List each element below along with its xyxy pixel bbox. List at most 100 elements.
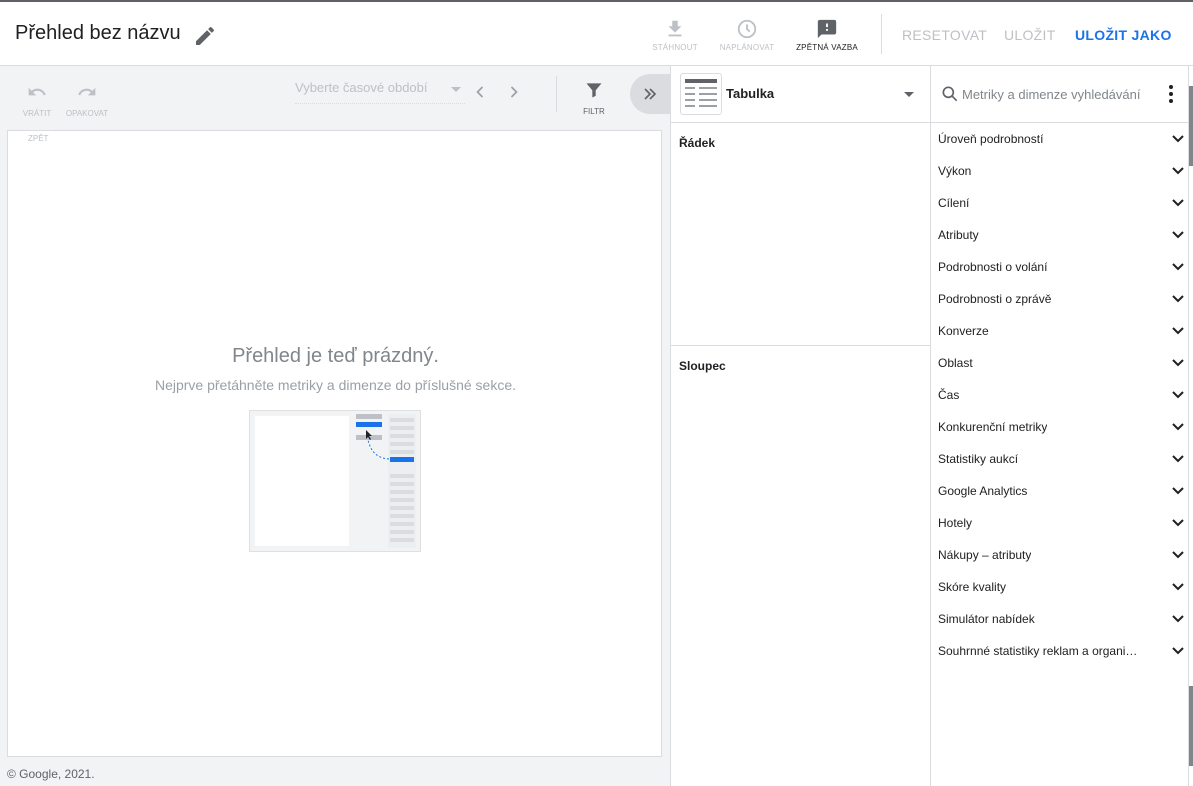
- metrics-category-label: Google Analytics: [938, 484, 1028, 498]
- columns-label: Sloupec: [679, 359, 726, 373]
- chevron-down-icon: [1172, 359, 1184, 367]
- caret-down-icon: [451, 87, 461, 92]
- reset-button[interactable]: RESETOVAT: [902, 27, 987, 43]
- double-chevron-right-icon: [644, 88, 657, 100]
- caret-down-icon: [904, 92, 914, 97]
- redo-label: OPAKOVAT: [65, 109, 109, 118]
- chevron-down-icon: [1172, 327, 1184, 335]
- chevron-down-icon: [1172, 263, 1184, 271]
- metrics-category-label: Simulátor nabídek: [938, 612, 1035, 626]
- chevron-left-icon[interactable]: [470, 82, 490, 102]
- metrics-category-label: Podrobnosti o zprávě: [938, 292, 1052, 306]
- chevron-down-icon: [1172, 615, 1184, 623]
- redo-icon: [78, 87, 96, 96]
- download-label: STÁHNOUT: [652, 43, 698, 52]
- rows-drop-zone[interactable]: Řádek: [671, 123, 930, 346]
- metrics-category-item[interactable]: Statistiky aukcí: [931, 443, 1189, 475]
- visualization-select[interactable]: Tabulka: [671, 66, 930, 123]
- drag-drop-illustration: [249, 410, 421, 552]
- save-button[interactable]: ULOŽIT: [1004, 27, 1056, 43]
- collapse-panel-button[interactable]: [630, 74, 670, 114]
- rows-label: Řádek: [679, 136, 716, 150]
- metrics-category-label: Statistiky aukcí: [938, 452, 1019, 466]
- table-icon: [680, 73, 722, 115]
- chevron-down-icon: [1172, 199, 1184, 207]
- metrics-category-label: Hotely: [938, 516, 973, 530]
- metrics-category-label: Konkurenční metriky: [938, 420, 1048, 434]
- chevron-down-icon: [1172, 647, 1184, 655]
- metrics-search: [931, 66, 1189, 123]
- schedule-icon: [737, 19, 757, 39]
- metrics-category-item[interactable]: Skóre kvality: [931, 571, 1189, 603]
- metrics-category-item[interactable]: Atributy: [931, 219, 1189, 251]
- chevron-down-icon: [1172, 135, 1184, 143]
- metrics-category-item[interactable]: Simulátor nabídek: [931, 603, 1189, 635]
- metrics-category-item[interactable]: Podrobnosti o zprávě: [931, 283, 1189, 315]
- pencil-icon[interactable]: [193, 24, 217, 48]
- metrics-category-item[interactable]: Výkon: [931, 155, 1189, 187]
- metrics-category-item[interactable]: Úroveň podrobností: [931, 123, 1189, 155]
- metrics-category-item[interactable]: Podrobnosti o volání: [931, 251, 1189, 283]
- download-button[interactable]: STÁHNOUT: [640, 18, 710, 52]
- metrics-panel: Úroveň podrobností Výkon Cílení Atributy Pod…: [931, 66, 1189, 786]
- metrics-category-item[interactable]: Hotely: [931, 507, 1189, 539]
- date-range-placeholder: Vyberte časové období: [295, 80, 428, 95]
- save-as-button[interactable]: ULOŽIT JAKO: [1075, 27, 1172, 43]
- metrics-category-item[interactable]: Konverze: [931, 315, 1189, 347]
- schedule-button[interactable]: NAPLÁNOVAT: [712, 18, 782, 52]
- metrics-category-label: Výkon: [938, 164, 972, 178]
- app-header: Přehled bez názvu STÁHNOUT NAPLÁNOVAT ZP…: [0, 0, 1193, 66]
- metrics-search-input[interactable]: [962, 83, 1162, 105]
- filter-icon: [586, 83, 602, 98]
- metrics-category-label: Cílení: [938, 196, 970, 210]
- chevron-right-icon[interactable]: [504, 82, 524, 102]
- filter-label: FILTR: [583, 107, 605, 116]
- metrics-category-label: Atributy: [938, 228, 979, 242]
- metrics-category-label: Konverze: [938, 324, 989, 338]
- chevron-down-icon: [1172, 423, 1184, 431]
- search-icon: [942, 86, 958, 102]
- metrics-category-list: Úroveň podrobností Výkon Cílení Atributy Pod…: [931, 123, 1189, 667]
- scrollbar-thumb[interactable]: [1189, 686, 1193, 766]
- metrics-category-item[interactable]: Čas: [931, 379, 1189, 411]
- metrics-category-item[interactable]: Nákupy – atributy: [931, 539, 1189, 571]
- metrics-category-label: Souhrnné statistiky reklam a organi…: [938, 644, 1138, 658]
- feedback-icon: [817, 19, 837, 39]
- chevron-down-icon: [1172, 167, 1184, 175]
- more-vert-icon[interactable]: [1161, 83, 1181, 105]
- metrics-category-item[interactable]: Google Analytics: [931, 475, 1189, 507]
- visualization-label: Tabulka: [726, 86, 775, 101]
- metrics-category-item[interactable]: Souhrnné statistiky reklam a organi…: [931, 635, 1189, 667]
- metrics-category-item[interactable]: Konkurenční metriky: [931, 411, 1189, 443]
- toolbar-divider: [556, 76, 557, 112]
- back-label[interactable]: ZPĚT: [28, 134, 48, 143]
- feedback-label: ZPĚTNÁ VAZBA: [796, 43, 858, 52]
- redo-button[interactable]: OPAKOVAT: [62, 82, 112, 118]
- copyright-footer: © Google, 2021.: [7, 767, 95, 781]
- schedule-label: NAPLÁNOVAT: [719, 43, 775, 52]
- chevron-down-icon: [1172, 487, 1184, 495]
- metrics-category-label: Skóre kvality: [938, 580, 1007, 594]
- undo-icon: [28, 87, 46, 96]
- chevron-down-icon: [1172, 551, 1184, 559]
- chevron-down-icon: [1172, 391, 1184, 399]
- metrics-category-label: Podrobnosti o volání: [938, 260, 1048, 274]
- download-icon: [668, 20, 682, 37]
- date-range-select[interactable]: Vyberte časové období: [295, 80, 465, 104]
- header-divider: [881, 14, 882, 54]
- report-canvas-area: VRÁTIT OPAKOVAT Vyberte časové období FI…: [0, 66, 670, 786]
- chevron-down-icon: [1172, 519, 1184, 527]
- report-canvas[interactable]: ZPĚT Přehled je teď prázdný. Nejprve pře…: [7, 130, 662, 757]
- feedback-button[interactable]: ZPĚTNÁ VAZBA: [792, 18, 862, 52]
- metrics-category-label: Úroveň podrobností: [938, 132, 1044, 146]
- columns-drop-zone[interactable]: Sloupec: [671, 346, 930, 786]
- filter-button[interactable]: FILTR: [574, 80, 614, 116]
- chevron-down-icon: [1172, 583, 1184, 591]
- scrollbar[interactable]: [1189, 66, 1193, 786]
- report-title[interactable]: Přehled bez názvu: [15, 22, 181, 45]
- undo-button[interactable]: VRÁTIT: [12, 82, 62, 118]
- metrics-category-item[interactable]: Cílení: [931, 187, 1189, 219]
- scrollbar-thumb[interactable]: [1189, 86, 1193, 166]
- metrics-category-item[interactable]: Oblast: [931, 347, 1189, 379]
- metrics-category-label: Čas: [938, 388, 960, 402]
